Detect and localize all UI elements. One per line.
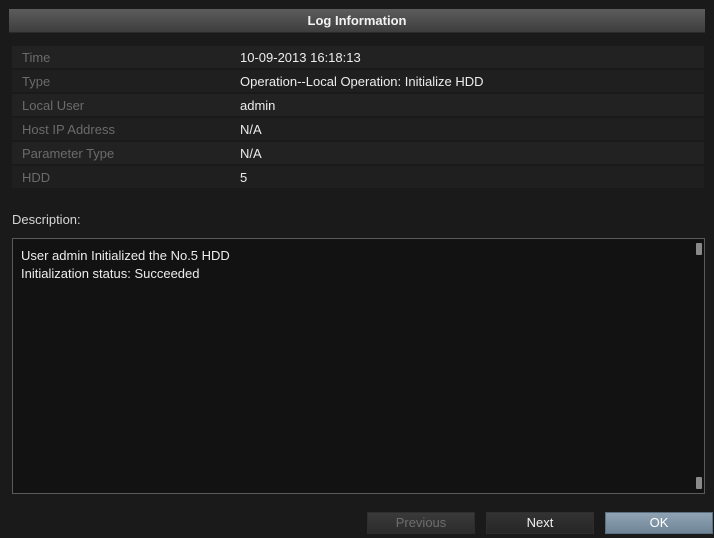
description-scrollbar[interactable]: [696, 241, 702, 491]
description-line: Initialization status: Succeeded: [21, 266, 200, 281]
previous-button[interactable]: Previous: [367, 512, 475, 534]
info-value-parameter-type: N/A: [240, 145, 262, 161]
info-row-host-ip: Host IP Address N/A: [12, 118, 704, 140]
info-row-time: Time 10-09-2013 16:18:13: [12, 46, 704, 68]
description-label: Description:: [12, 212, 81, 227]
info-label-hdd: HDD: [22, 169, 51, 185]
info-value-hdd: 5: [240, 169, 248, 185]
info-value-time: 10-09-2013 16:18:13: [240, 49, 361, 65]
info-label-parameter-type: Parameter Type: [22, 145, 115, 161]
description-textbox[interactable]: User admin Initialized the No.5 HDD Init…: [12, 238, 705, 494]
info-value-local-user: admin: [240, 97, 276, 113]
scroll-up-icon[interactable]: [696, 243, 702, 255]
info-row-hdd: HDD 5: [12, 166, 704, 188]
info-label-host-ip: Host IP Address: [22, 121, 115, 137]
info-row-parameter-type: Parameter Type N/A: [12, 142, 704, 164]
description-line: User admin Initialized the No.5 HDD: [21, 248, 230, 263]
info-row-local-user: Local User admin: [12, 94, 704, 116]
info-row-type: Type Operation--Local Operation: Initial…: [12, 70, 704, 92]
ok-button[interactable]: OK: [605, 512, 713, 534]
button-bar: Previous Next OK: [9, 496, 713, 538]
log-info-table: Time 10-09-2013 16:18:13 Type Operation-…: [12, 46, 704, 190]
scroll-down-icon[interactable]: [696, 477, 702, 489]
info-label-type: Type: [22, 73, 51, 89]
info-label-local-user: Local User: [22, 97, 85, 113]
dialog-title: Log Information: [9, 9, 705, 33]
info-value-host-ip: N/A: [240, 121, 262, 137]
info-value-type: Operation--Local Operation: Initialize H…: [240, 73, 484, 89]
log-information-dialog: Log Information Time 10-09-2013 16:18:13…: [0, 0, 714, 538]
next-button[interactable]: Next: [486, 512, 594, 534]
info-label-time: Time: [22, 49, 51, 65]
